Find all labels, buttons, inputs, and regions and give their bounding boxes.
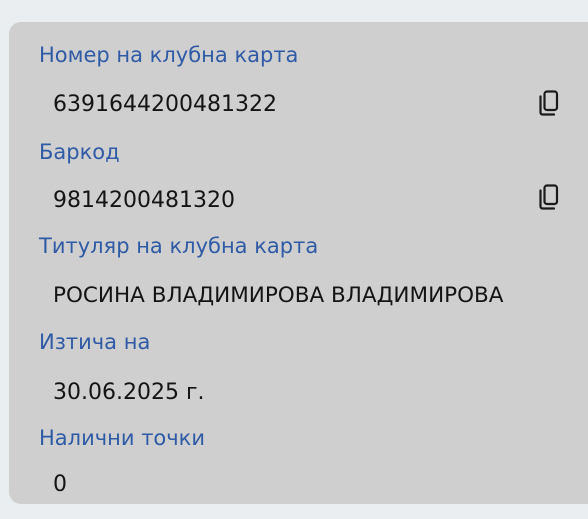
copy-icon: [539, 90, 559, 116]
bottom-frame: [0, 504, 588, 519]
club-card-details: Номер на клубна карта 6391644200481322 Б…: [9, 22, 588, 504]
holder-value: РОСИНА ВЛАДИМИРОВА ВЛАДИМИРОВА: [53, 283, 504, 308]
copy-card-number-button[interactable]: [536, 88, 562, 118]
points-label: Налични точки: [39, 426, 206, 450]
expires-value: 30.06.2025 г.: [53, 380, 205, 405]
card-number-label: Номер на клубна карта: [39, 43, 299, 67]
points-value: 0: [53, 472, 67, 497]
barcode-label: Баркод: [39, 140, 120, 164]
holder-label: Титуляр на клубна карта: [39, 234, 319, 258]
top-frame: [0, 0, 588, 22]
expires-label: Изтича на: [39, 330, 151, 354]
copy-icon: [539, 184, 559, 210]
barcode-value: 9814200481320: [53, 188, 235, 213]
card-number-value: 6391644200481322: [53, 92, 277, 117]
copy-barcode-button[interactable]: [536, 182, 562, 212]
